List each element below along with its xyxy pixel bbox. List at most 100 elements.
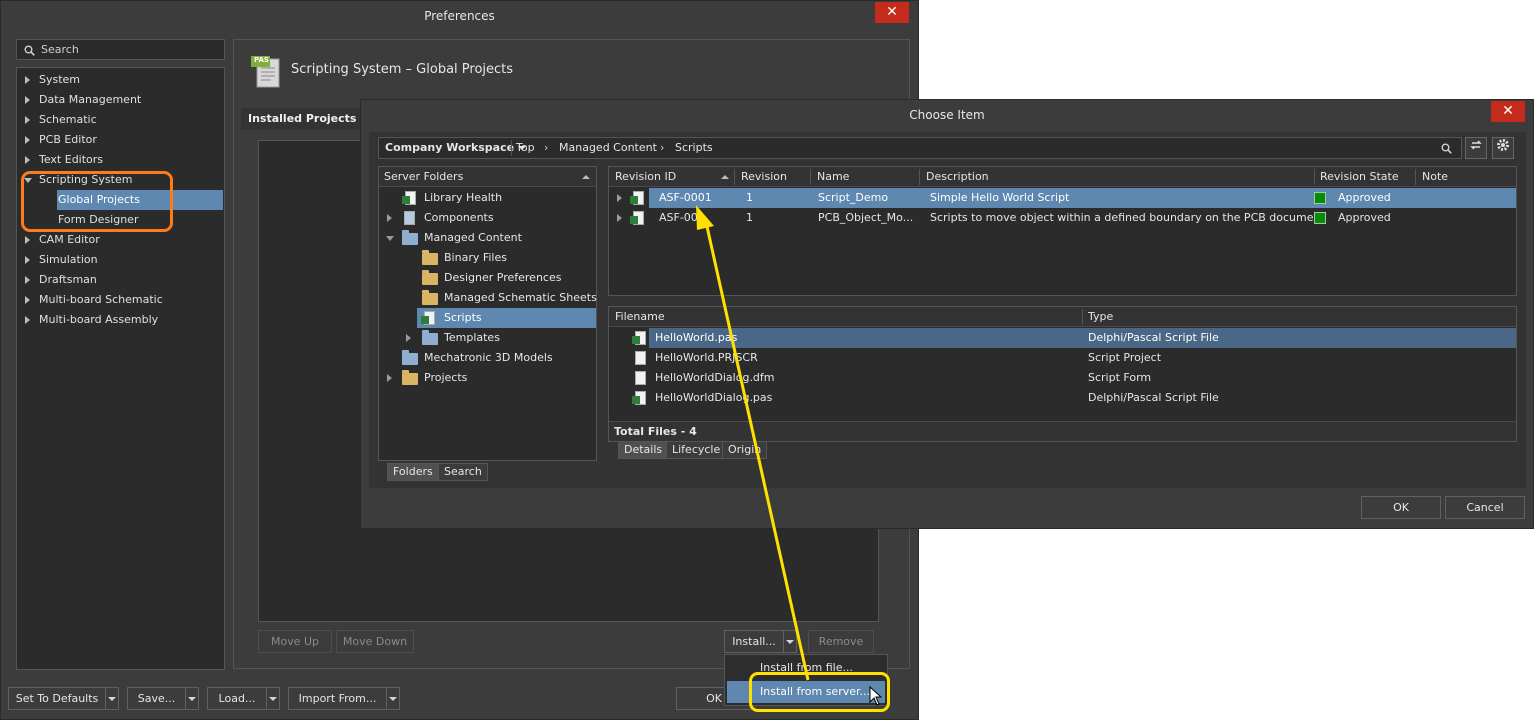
expand-icon[interactable]: [387, 374, 392, 382]
expand-icon[interactable]: [25, 116, 30, 124]
load-dropdown[interactable]: [266, 687, 280, 710]
script-revision-icon: [630, 211, 644, 225]
folder-icon: [402, 350, 418, 365]
folder-item[interactable]: Templates: [379, 328, 596, 348]
breadcrumb-managed-content[interactable]: Managed Content: [559, 138, 657, 158]
approved-status-icon: [1314, 212, 1326, 224]
expand-icon[interactable]: [25, 156, 30, 164]
script-revision-icon: [630, 191, 644, 205]
save-button[interactable]: Save...: [127, 687, 186, 710]
revision-row[interactable]: ASF-0001 1 Script_Demo Simple Hello Worl…: [609, 188, 1516, 208]
tab-folders[interactable]: Folders: [387, 463, 439, 481]
search-placeholder: Search: [41, 43, 79, 56]
tab-search[interactable]: Search: [438, 463, 488, 481]
chevron-down-icon: [188, 697, 196, 701]
close-button[interactable]: ✕: [1491, 101, 1525, 122]
revision-row[interactable]: ASF-000 1 PCB_Object_Mo... Scripts to mo…: [609, 208, 1516, 228]
install-dropdown-button[interactable]: [783, 630, 797, 653]
file-icon: [635, 351, 646, 365]
server-folders-header[interactable]: Server Folders: [379, 167, 596, 187]
chevron-right-icon: ›: [544, 141, 549, 154]
folder-item[interactable]: Managed Content: [379, 228, 596, 248]
expand-icon[interactable]: [617, 214, 622, 222]
column-revision-state[interactable]: Revision State: [1320, 167, 1399, 187]
file-row[interactable]: HelloWorld.pas Delphi/Pascal Script File: [609, 328, 1516, 348]
expand-icon[interactable]: [25, 256, 30, 264]
nav-item-draftsman[interactable]: Draftsman: [17, 270, 224, 290]
import-from-dropdown[interactable]: [386, 687, 400, 710]
folder-item[interactable]: Projects: [379, 368, 596, 388]
remove-button[interactable]: Remove: [808, 630, 874, 653]
nav-item-system[interactable]: System: [17, 70, 224, 90]
folder-item[interactable]: Binary Files: [379, 248, 596, 268]
search-icon[interactable]: [1441, 141, 1452, 161]
nav-item-simulation[interactable]: Simulation: [17, 250, 224, 270]
column-revision[interactable]: Revision: [741, 167, 787, 187]
sort-up-icon: [582, 175, 590, 179]
projects-icon: [402, 370, 418, 385]
file-row[interactable]: HelloWorldDialog.pas Delphi/Pascal Scrip…: [609, 388, 1516, 408]
folder-item[interactable]: Mechatronic 3D Models: [379, 348, 596, 368]
tab-lifecycle[interactable]: Lifecycle: [666, 441, 727, 459]
column-name[interactable]: Name: [817, 167, 849, 187]
folder-item[interactable]: Managed Schematic Sheets: [379, 288, 597, 308]
tab-details[interactable]: Details: [618, 441, 669, 459]
folder-icon: [402, 230, 418, 245]
nav-item-data-management[interactable]: Data Management: [17, 90, 224, 110]
tab-origin[interactable]: Origin: [722, 441, 768, 459]
expand-icon[interactable]: [617, 194, 622, 202]
file-row[interactable]: HelloWorld.PRJSCR Script Project: [609, 348, 1516, 368]
folder-item-scripts[interactable]: Scripts: [417, 308, 596, 328]
expand-icon[interactable]: [25, 76, 30, 84]
folder-item[interactable]: Components: [379, 208, 596, 228]
load-button[interactable]: Load...: [207, 687, 267, 710]
nav-item-multi-board-schematic[interactable]: Multi-board Schematic: [17, 290, 224, 310]
revisions-grid: Revision ID Revision Name Description Re…: [608, 166, 1517, 296]
column-filename[interactable]: Filename: [615, 307, 665, 327]
column-description[interactable]: Description: [926, 167, 989, 187]
total-files-label: Total Files - 4: [614, 425, 697, 438]
expand-icon[interactable]: [25, 236, 30, 244]
breadcrumb-scripts[interactable]: Scripts: [675, 138, 713, 158]
move-up-button[interactable]: Move Up: [258, 630, 332, 653]
ok-button[interactable]: OK: [1361, 496, 1441, 519]
breadcrumb-top[interactable]: Top: [516, 138, 535, 158]
nav-item-schematic[interactable]: Schematic: [17, 110, 224, 130]
files-grid: Filename Type HelloWorld.pas Delphi/Pasc…: [608, 306, 1517, 442]
nav-item-pcb-editor[interactable]: PCB Editor: [17, 130, 224, 150]
file-row[interactable]: HelloWorldDialog.dfm Script Form: [609, 368, 1516, 388]
folder-item[interactable]: Library Health: [379, 188, 596, 208]
chevron-down-icon: [786, 640, 794, 644]
path-bar: Company Workspace Top › Managed Content …: [378, 137, 1462, 159]
move-down-button[interactable]: Move Down: [336, 630, 414, 653]
expand-icon[interactable]: [406, 334, 411, 342]
import-from-button[interactable]: Import From...: [288, 687, 387, 710]
close-button[interactable]: ✕: [875, 2, 909, 23]
set-to-defaults-dropdown[interactable]: [105, 687, 119, 710]
save-dropdown[interactable]: [185, 687, 199, 710]
search-input[interactable]: Search: [16, 39, 225, 60]
nav-item-multi-board-assembly[interactable]: Multi-board Assembly: [17, 310, 224, 330]
cancel-button[interactable]: Cancel: [1445, 496, 1525, 519]
install-button[interactable]: Install...: [724, 630, 784, 653]
expand-icon[interactable]: [25, 296, 30, 304]
expand-icon[interactable]: [25, 316, 30, 324]
column-note[interactable]: Note: [1422, 167, 1448, 187]
nav-item-text-editors[interactable]: Text Editors: [17, 150, 224, 170]
highlight-ring-orange: [21, 171, 173, 232]
refresh-icon[interactable]: [1465, 137, 1487, 159]
expand-icon[interactable]: [25, 96, 30, 104]
chevron-down-icon: [269, 697, 277, 701]
workspace-selector[interactable]: Company Workspace: [385, 138, 526, 158]
folder-item[interactable]: Designer Preferences: [379, 268, 596, 288]
nav-item-cam-editor[interactable]: CAM Editor: [17, 230, 224, 250]
collapse-icon[interactable]: [386, 236, 394, 241]
column-revision-id[interactable]: Revision ID: [615, 167, 676, 187]
gear-icon[interactable]: [1492, 137, 1514, 159]
expand-icon[interactable]: [25, 276, 30, 284]
expand-icon[interactable]: [25, 136, 30, 144]
server-folders-panel: Server Folders Library Health Components…: [378, 166, 597, 461]
expand-icon[interactable]: [387, 214, 392, 222]
set-to-defaults-button[interactable]: Set To Defaults: [8, 687, 106, 710]
column-type[interactable]: Type: [1088, 307, 1113, 327]
